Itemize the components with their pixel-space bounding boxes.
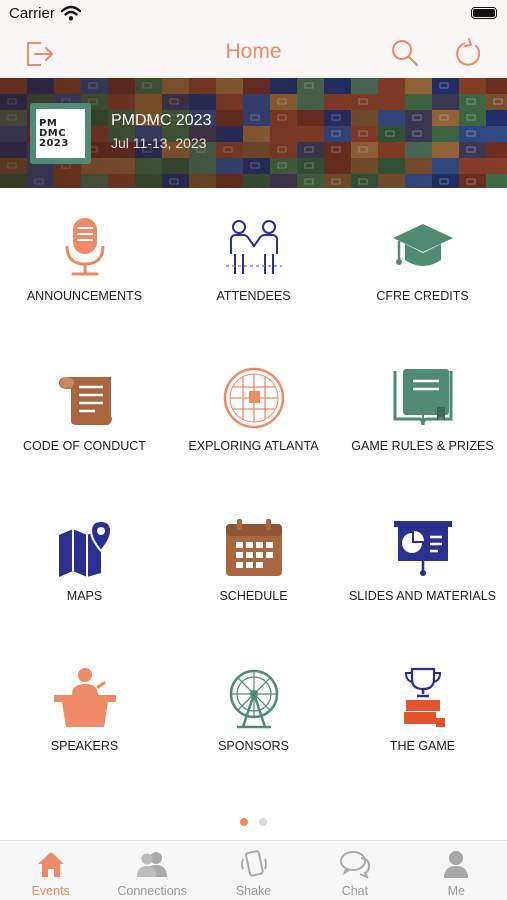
search-button[interactable] [388,36,422,70]
tile-attendees[interactable]: ATTENDEES [169,188,338,338]
podium-icon [50,666,120,730]
graduation-cap-icon [388,216,458,280]
tab-label: Events [31,884,70,898]
tile-label: ANNOUNCEMENTS [26,289,143,303]
tab-chat[interactable]: Chat [304,841,405,900]
tile-label: SPONSORS [218,739,289,753]
tile-slides-materials[interactable]: SLIDES AND MATERIALS [338,488,507,638]
feature-grid: ANNOUNCEMENTS ATTENDEES CFRE CREDITS COD… [0,188,507,812]
tile-label: ATTENDEES [216,289,291,303]
tile-sponsors[interactable]: SPONSORS [169,638,338,788]
event-logo: PM DMC 2023 [30,103,91,164]
rule-book-icon [388,366,458,430]
tab-bar: Events Connections Shake Chat Me [0,840,507,900]
status-bar: Carrier [0,0,507,30]
page-dot-2[interactable] [259,818,267,826]
scroll-icon [50,366,120,430]
page-title: Home [225,40,282,63]
city-map-icon [219,366,289,430]
refresh-icon [456,38,481,66]
carrier-label: Carrier [9,5,55,22]
tile-label: MAPS [66,589,103,603]
phone-shake-icon [238,849,270,879]
event-banner[interactable]: PM DMC 2023 PMDMC 2023 Jul 11-13, 2023 [0,78,507,188]
tile-game-rules-prizes[interactable]: GAME RULES & PRIZES [338,338,507,488]
tile-label: EXPLORING ATLANTA [188,439,319,453]
tile-label: CODE OF CONDUCT [23,439,146,453]
nav-bar: Home [0,30,507,78]
tab-connections[interactable]: Connections [101,841,202,900]
tile-label: SLIDES AND MATERIALS [348,589,497,603]
presentation-icon [388,516,458,580]
tab-label: Me [447,884,466,898]
wifi-icon [61,5,81,21]
calendar-icon [219,516,289,580]
tile-label: SPEAKERS [50,739,119,753]
tile-code-of-conduct[interactable]: CODE OF CONDUCT [0,338,169,488]
tile-exploring-atlanta[interactable]: EXPLORING ATLANTA [169,338,338,488]
tile-label: GAME RULES & PRIZES [351,439,494,453]
tab-shake[interactable]: Shake [203,841,304,900]
tile-label: THE GAME [389,739,456,753]
tile-label: SCHEDULE [219,589,288,603]
event-title: PMDMC 2023 [111,112,212,129]
chat-bubble-icon [339,849,371,879]
tab-label: Connections [117,884,187,898]
tile-schedule[interactable]: SCHEDULE [169,488,338,638]
tile-label: CFRE CREDITS [376,289,469,303]
ferris-wheel-icon [219,666,289,730]
tab-events[interactable]: Events [0,841,101,900]
event-date: Jul 11-13, 2023 [111,135,207,151]
home-icon [35,849,67,879]
tile-the-game[interactable]: THE GAME [338,638,507,788]
map-pin-icon [50,516,120,580]
tab-me[interactable]: Me [406,841,507,900]
trophy-game-icon [388,666,458,730]
people-icon [136,849,168,879]
tile-announcements[interactable]: ANNOUNCEMENTS [0,188,169,338]
battery-icon [471,7,497,19]
tile-maps[interactable]: MAPS [0,488,169,638]
tab-label: Chat [341,884,369,898]
handshake-people-icon [219,216,289,280]
refresh-button[interactable] [452,36,486,70]
tab-label: Shake [235,884,272,898]
tile-speakers[interactable]: SPEAKERS [0,638,169,788]
page-indicator[interactable] [0,818,507,826]
person-icon [440,849,472,879]
search-icon [392,40,419,67]
page-dot-1[interactable] [240,818,248,826]
microphone-icon [50,216,120,280]
tile-cfre-credits[interactable]: CFRE CREDITS [338,188,507,338]
